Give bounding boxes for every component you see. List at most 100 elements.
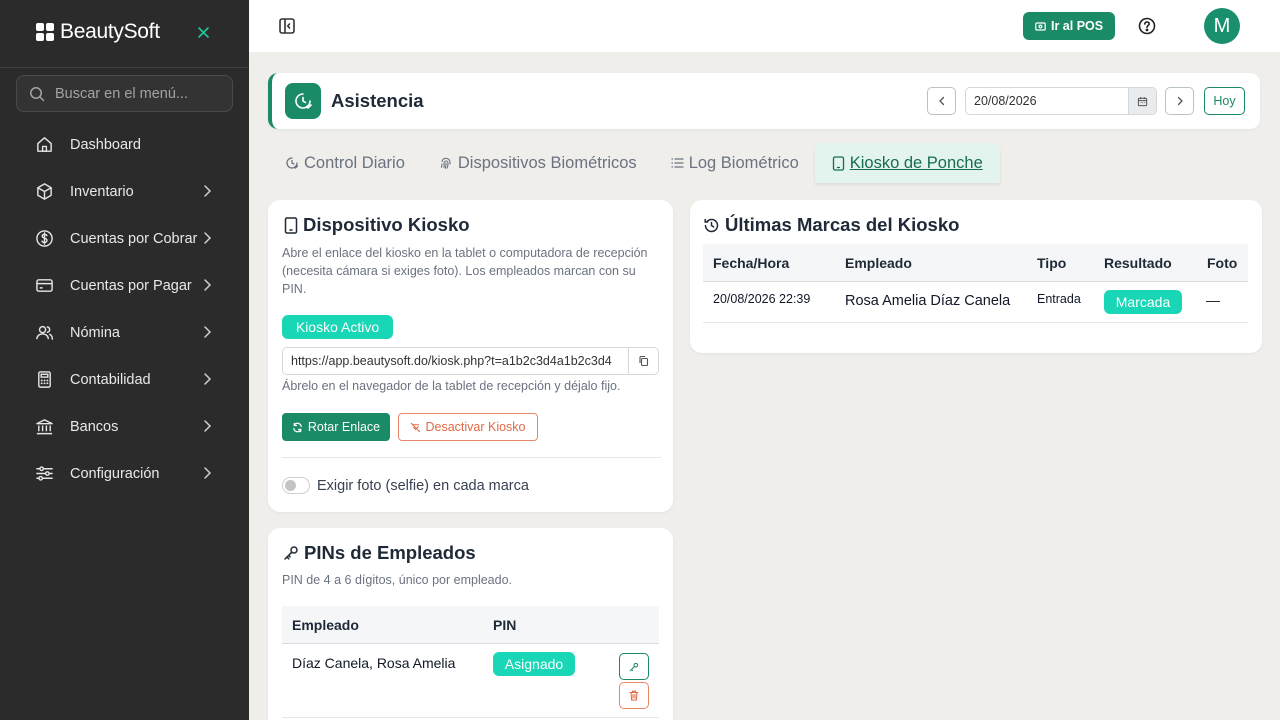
column-header: Tipo: [1037, 255, 1067, 271]
bank-icon: [35, 417, 54, 436]
tab-log-biometrico[interactable]: Log Biométrico: [654, 143, 816, 183]
sidebar: BeautySoft Dashboard Inventario Cuentas …: [0, 0, 249, 720]
edit-pin-button[interactable]: [619, 653, 649, 680]
menu-search[interactable]: [16, 75, 233, 112]
calculator-icon: [35, 370, 54, 389]
rotate-link-button[interactable]: Rotar Enlace: [282, 413, 390, 441]
sidebar-item-cuentas-por-pagar[interactable]: Cuentas por Pagar: [0, 262, 249, 309]
avatar[interactable]: M: [1204, 8, 1240, 44]
copy-link-button[interactable]: [628, 348, 658, 374]
pins-description: PIN de 4 a 6 dígitos, único por empleado…: [282, 573, 513, 587]
pins-card-title-text: PINs de Empleados: [304, 542, 476, 563]
sidebar-item-label: Configuración: [70, 465, 160, 482]
delete-pin-button[interactable]: [619, 682, 649, 709]
page-header: Asistencia 20/08/2026 Hoy: [268, 73, 1260, 129]
kiosk-description: Abre el enlace del kiosko en la tablet o…: [282, 246, 648, 296]
chevron-right-icon: [202, 466, 212, 480]
sidebar-item-contabilidad[interactable]: Contabilidad: [0, 356, 249, 403]
deactivate-kiosk-label: Desactivar Kiosko: [425, 420, 526, 434]
attendance-tabs: Control Diario Dispositivos Biométricos …: [268, 143, 1000, 183]
sidebar-item-bancos[interactable]: Bancos: [0, 403, 249, 450]
sidebar-item-label: Bancos: [70, 418, 119, 435]
kiosk-status-badge: Kiosko Activo: [282, 315, 393, 339]
pins-table-header: Empleado PIN: [282, 606, 659, 644]
chevron-right-icon: [202, 372, 212, 386]
tab-label: Log Biométrico: [688, 153, 799, 172]
pins-card-title: PINs de Empleados: [283, 542, 476, 564]
kiosk-link-input[interactable]: [283, 348, 628, 374]
go-to-pos-label: Ir al POS: [1051, 19, 1104, 33]
kiosk-card-title: Dispositivo Kiosko: [284, 214, 470, 236]
power-off-icon: [410, 422, 421, 433]
chevron-right-icon: [202, 184, 212, 198]
kiosk-marks-card: Últimas Marcas del Kiosko Fecha/Hora Emp…: [690, 200, 1262, 353]
sidebar-item-label: Inventario: [70, 183, 134, 200]
calendar-icon[interactable]: [1128, 88, 1156, 114]
marks-card-title: Últimas Marcas del Kiosko: [703, 214, 959, 236]
page-title: Asistencia: [331, 90, 424, 111]
chevron-right-icon: [202, 419, 212, 433]
selfie-toggle[interactable]: [282, 477, 310, 494]
sidebar-item-configuracion[interactable]: Configuración: [0, 450, 249, 497]
previous-day-button[interactable]: [927, 87, 956, 115]
marks-card-title-text: Últimas Marcas del Kiosko: [725, 214, 960, 235]
toggle-knob: [285, 480, 296, 491]
search-icon: [29, 86, 45, 102]
dollar-icon: [35, 229, 54, 248]
rotate-link-label: Rotar Enlace: [307, 420, 381, 434]
help-icon[interactable]: [1138, 17, 1156, 35]
sidebar-toggle-icon[interactable]: [278, 17, 296, 35]
go-to-pos-button[interactable]: Ir al POS: [1023, 12, 1116, 40]
column-header: Empleado: [845, 255, 912, 271]
tablet-icon: [832, 155, 845, 171]
mark-type: Entrada: [1037, 292, 1081, 306]
column-header: PIN: [493, 617, 517, 633]
column-header: Fecha/Hora: [713, 255, 790, 271]
sidebar-item-cuentas-por-cobrar[interactable]: Cuentas por Cobrar: [0, 215, 249, 262]
tab-dispositivos-biometricos[interactable]: Dispositivos Biométricos: [422, 143, 654, 183]
tab-control-diario[interactable]: Control Diario: [268, 143, 422, 183]
date-value: 20/08/2026: [974, 94, 1037, 108]
next-day-button[interactable]: [1165, 87, 1194, 115]
mark-result-badge: Marcada: [1104, 290, 1182, 314]
deactivate-kiosk-button[interactable]: Desactivar Kiosko: [398, 413, 538, 441]
logo-icon: [36, 23, 54, 41]
sliders-icon: [35, 464, 54, 483]
today-button[interactable]: Hoy: [1204, 87, 1245, 115]
menu-search-input[interactable]: [55, 85, 215, 102]
sidebar-item-dashboard[interactable]: Dashboard: [0, 121, 249, 168]
card-icon: [35, 276, 54, 295]
topbar: Ir al POS M: [249, 0, 1280, 52]
list-icon: [671, 157, 684, 169]
table-row: Díaz Canela, Rosa Amelia Asignado: [282, 644, 659, 718]
trash-icon: [629, 690, 639, 701]
chevron-right-icon: [202, 278, 212, 292]
chevron-right-icon: [202, 325, 212, 339]
sidebar-item-nomina[interactable]: Nómina: [0, 309, 249, 356]
pin-status-badge: Asignado: [493, 652, 575, 676]
tab-label: Kiosko de Ponche: [849, 153, 983, 172]
sidebar-item-label: Cuentas por Cobrar: [70, 230, 198, 247]
tab-kiosko-de-ponche[interactable]: Kiosko de Ponche: [814, 143, 1000, 183]
brand-logo[interactable]: BeautySoft: [36, 20, 160, 44]
employee-pins-card: PINs de Empleados PIN de 4 a 6 dígitos, …: [268, 528, 673, 720]
tab-label: Control Diario: [304, 153, 405, 172]
selfie-toggle-label: Exigir foto (selfie) en cada marca: [317, 478, 529, 494]
copy-icon: [638, 355, 649, 367]
marks-table-header: Fecha/Hora Empleado Tipo Resultado Foto: [703, 244, 1248, 282]
column-header: Foto: [1207, 255, 1238, 271]
column-header: Empleado: [292, 617, 359, 633]
box-icon: [35, 182, 54, 201]
sidebar-item-inventario[interactable]: Inventario: [0, 168, 249, 215]
tablet-icon: [284, 216, 298, 234]
tab-label: Dispositivos Biométricos: [457, 153, 637, 172]
sidebar-item-label: Nómina: [70, 324, 120, 341]
close-sidebar-icon[interactable]: [197, 26, 210, 39]
kiosk-device-card: Dispositivo Kiosko Abre el enlace del ki…: [268, 200, 673, 512]
sidebar-nav: Dashboard Inventario Cuentas por Cobrar …: [0, 121, 249, 497]
cash-icon: [1035, 21, 1046, 31]
attendance-icon: [285, 83, 321, 119]
key-icon: [629, 662, 639, 672]
chevron-right-icon: [202, 231, 212, 245]
date-field[interactable]: 20/08/2026: [965, 87, 1157, 115]
